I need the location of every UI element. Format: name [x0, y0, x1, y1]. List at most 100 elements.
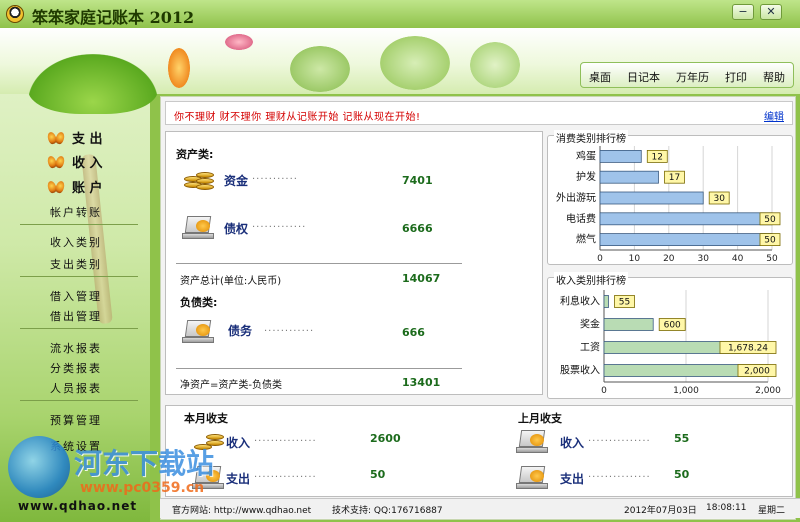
close-button[interactable]: ✕ — [760, 4, 782, 20]
status-time: 18:08:11 — [706, 503, 747, 513]
bar — [599, 149, 642, 163]
value-label: 50 — [764, 236, 776, 246]
credit-value: 6666 — [402, 222, 433, 235]
tree-decoration-icon — [380, 36, 450, 90]
menu-desktop[interactable]: 桌面 — [581, 63, 619, 87]
x-tick-label: 1,000 — [673, 386, 699, 396]
value-label: 2,000 — [744, 367, 770, 377]
category-label: 外出游玩 — [556, 191, 596, 204]
bar — [603, 318, 654, 331]
value-label: 12 — [652, 152, 663, 162]
butterfly-icon — [48, 181, 64, 193]
sidebar-item-expense[interactable]: 支 出 — [48, 128, 103, 147]
status-website: 官方网站: http://www.qdhao.net — [172, 506, 312, 516]
value-label: 1,678.24 — [728, 344, 768, 354]
menu-help[interactable]: 帮助 — [755, 63, 793, 87]
watermark-url: www.pc0359.cn — [80, 480, 205, 496]
butterfly-icon — [48, 156, 64, 168]
category-label: 鸡蛋 — [576, 149, 596, 162]
butterfly-icon — [48, 132, 64, 144]
app-panda-icon — [6, 5, 24, 23]
total-assets-label: 资产总计(单位:人民币) — [180, 276, 282, 287]
last-month-income-value: 55 — [674, 432, 690, 445]
sidebar-item-budget[interactable]: 预算管理 — [50, 412, 102, 428]
menu-calendar[interactable]: 万年历 — [668, 63, 717, 87]
status-weekday: 星期二 — [758, 506, 786, 516]
sidebar-item-person-report[interactable]: 人员报表 — [50, 380, 102, 396]
x-tick-label: 40 — [732, 254, 744, 264]
sidebar-item-borrow[interactable]: 借入管理 — [50, 288, 102, 304]
category-label: 奖金 — [580, 318, 600, 331]
sidebar-divider — [20, 276, 138, 277]
this-month-title: 本月收支 — [184, 412, 228, 425]
this-month-expense-dots: ··············· — [254, 472, 317, 483]
this-month-income-dots: ··············· — [254, 436, 317, 447]
sidebar-item-income-categories[interactable]: 收入类别 — [50, 234, 102, 250]
last-month-expense-label: 支出 — [560, 472, 585, 486]
sidebar-item-transfer[interactable]: 帐户转账 — [50, 204, 102, 220]
sidebar-divider — [20, 400, 138, 401]
value-label: 55 — [619, 298, 630, 308]
category-label: 工资 — [580, 342, 600, 354]
tree-decoration-icon — [470, 42, 520, 88]
value-label: 30 — [713, 194, 725, 204]
sidebar-item-lend[interactable]: 借出管理 — [50, 308, 102, 324]
last-month-expense-dots: ··············· — [588, 472, 651, 483]
menu-print[interactable]: 打印 — [717, 63, 755, 87]
assets-divider — [176, 263, 462, 264]
menu-diary[interactable]: 日记本 — [619, 63, 668, 87]
liabilities-title: 负债类: — [180, 296, 218, 309]
sidebar-item-category-report[interactable]: 分类报表 — [50, 360, 102, 376]
credit-dots: ············· — [252, 222, 307, 233]
funds-value: 7401 — [402, 174, 433, 187]
site-logo: www.qdhao.net — [18, 499, 138, 513]
value-label: 17 — [669, 173, 680, 183]
category-label: 电话费 — [566, 212, 596, 225]
this-month-income-value: 2600 — [370, 432, 401, 445]
top-menu-bar: 桌面 日记本 万年历 打印 帮助 — [580, 62, 794, 88]
bar — [599, 191, 704, 205]
sidebar-item-label: 账 户 — [72, 181, 103, 196]
status-date: 2012年07月03日 — [624, 506, 697, 516]
last-month-expense-value: 50 — [674, 468, 690, 481]
slogan-bar: 你不理财 财不理你 理财从记账开始 记账从现在开始! 编辑 — [165, 101, 793, 125]
this-month-expense-label: 支出 — [226, 472, 251, 486]
sidebar-item-label: 支 出 — [72, 132, 103, 147]
tree-decoration-icon — [290, 46, 350, 92]
sidebar-item-income[interactable]: 收 入 — [48, 152, 103, 171]
edit-slogan-link[interactable]: 编辑 — [764, 108, 784, 123]
bar — [599, 170, 659, 184]
x-tick-label: 30 — [697, 254, 709, 264]
title-bar: 笨笨家庭记账本 2012 − ✕ — [0, 0, 800, 28]
laptop-icon — [516, 464, 550, 492]
value-label: 600 — [664, 321, 681, 331]
x-tick-label: 20 — [663, 254, 675, 264]
last-month-income-label: 收入 — [560, 436, 585, 450]
x-tick-label: 10 — [629, 254, 641, 264]
this-month-expense-value: 50 — [370, 468, 386, 481]
laptop-icon — [182, 318, 216, 346]
category-label: 燃气 — [576, 233, 596, 246]
expense-bar-chart: 0 10 20 30 40 50 鸡蛋 12 护发 17 外出游玩 30 电话费 50 燃气 50 — [556, 146, 781, 264]
sidebar-item-expense-categories[interactable]: 支出类别 — [50, 256, 102, 272]
sidebar-item-label: 收 入 — [72, 156, 103, 171]
funds-dots: ··········· — [252, 174, 298, 185]
category-label: 股票收入 — [560, 364, 600, 377]
app-title: 笨笨家庭记账本 2012 — [32, 8, 195, 27]
sidebar-item-flow-report[interactable]: 流水报表 — [50, 340, 102, 356]
debt-label: 债务 — [228, 324, 253, 338]
sidebar-item-account[interactable]: 账 户 — [48, 177, 103, 196]
x-tick-label: 0 — [601, 386, 607, 396]
watermark-text: 河东下载站 — [74, 447, 215, 480]
sidebar-divider — [20, 328, 138, 329]
bar — [599, 212, 773, 226]
income-bar-chart: 0 1,000 2,000 利息收入 55 奖金 600 工资 1,678.24 股票收入 2,00… — [560, 290, 781, 396]
expense-ranking-panel: 消费类别排行榜 0 10 20 30 40 50 鸡蛋 12 护发 17 外出游玩 30 电话费 50 燃气… — [547, 130, 793, 265]
flower-decoration-icon — [168, 48, 190, 88]
coins-icon — [182, 166, 216, 194]
slogan-text: 你不理财 财不理你 理财从记账开始 记账从现在开始! — [174, 112, 421, 123]
liabilities-divider — [176, 368, 462, 369]
minimize-button[interactable]: − — [732, 4, 754, 20]
x-tick-label: 50 — [766, 254, 778, 264]
main-content: 你不理财 财不理你 理财从记账开始 记账从现在开始! 编辑 资产类: 资金 ··… — [160, 96, 796, 520]
